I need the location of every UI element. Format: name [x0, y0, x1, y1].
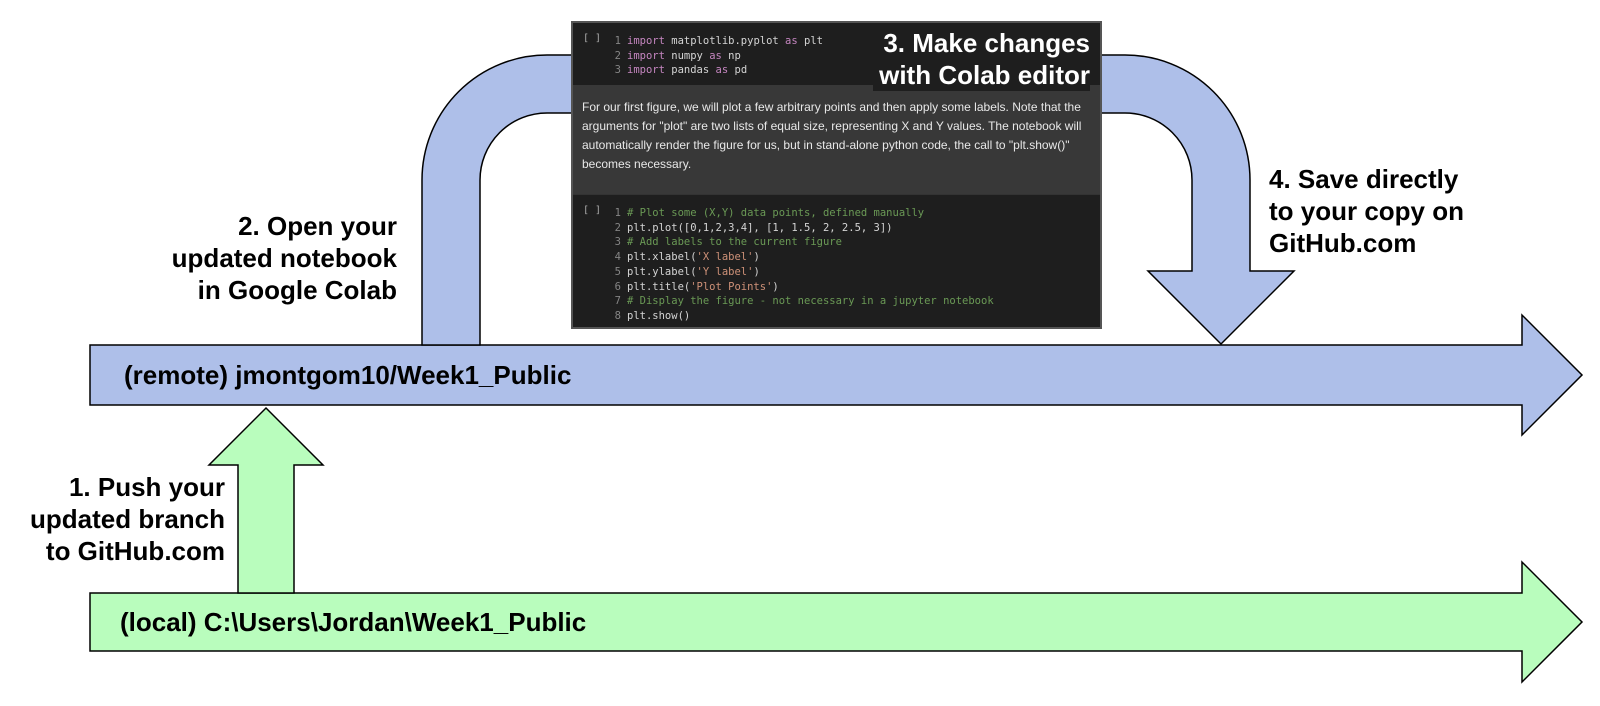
code-string: 'Plot Points'	[690, 280, 773, 293]
open-colab-arrow	[421, 54, 576, 346]
local-branch-label: (local) C:\Users\Jordan\Week1_Public	[120, 607, 587, 637]
code-line: 3 import pandas as pd	[607, 63, 823, 78]
code-line: 1 import matplotlib.pyplot as plt	[607, 34, 823, 49]
code-comment: # Plot some (X,Y) data points, defined m…	[627, 207, 925, 219]
code-comment: # Display the figure - not necessary in …	[627, 295, 994, 308]
push-arrow	[207, 406, 325, 594]
keyword: as	[715, 64, 729, 77]
keyword: import	[627, 64, 665, 77]
keyword: as	[709, 49, 722, 62]
code-text: plt	[797, 35, 823, 47]
line-number: 3	[614, 64, 621, 77]
code-text: plt.ylabel(	[627, 265, 697, 278]
code-block-plot: 1 # Plot some (X,Y) data points, defined …	[607, 206, 994, 324]
code-text: plt.plot([0,1,2,3,4], [1, 1.5, 2, 2.5, 3…	[627, 221, 893, 234]
code-cell-plot: [ ] 1 # Plot some (X,Y) data points, defi…	[573, 194, 1100, 327]
code-text: matplotlib.pyplot	[664, 35, 786, 47]
keyword: as	[785, 35, 798, 47]
code-comment: # Add labels to the current figure	[627, 236, 842, 249]
code-text: numpy	[664, 49, 710, 62]
code-text: plt.title(	[627, 280, 691, 293]
line-number: 1	[614, 35, 621, 47]
step-save-label: 4. Save directly to your copy on GitHub.…	[1269, 164, 1464, 258]
code-line: 1 # Plot some (X,Y) data points, defined …	[607, 206, 994, 221]
code-line: 8 plt.show()	[607, 309, 994, 324]
code-line: 5 plt.ylabel('Y label')	[607, 265, 994, 280]
code-text: )	[772, 280, 779, 293]
code-line: 6 plt.title('Plot Points')	[607, 280, 994, 295]
code-text: pandas	[664, 64, 716, 77]
colab-screenshot: [ ] 1 import matplotlib.pyplot as plt 2 imp…	[571, 21, 1102, 329]
code-text: plt.show()	[627, 309, 691, 322]
line-number: 7	[614, 295, 621, 308]
code-line: 3 # Add labels to the current figure	[607, 235, 994, 250]
code-string: 'X label'	[696, 251, 754, 264]
run-cell-button[interactable]: [ ]	[583, 33, 601, 44]
line-number: 5	[614, 265, 621, 278]
save-github-arrow	[1099, 54, 1296, 346]
step-edit-label: 3. Make changes with Colab editor	[873, 27, 1090, 91]
code-line: 2 import numpy as np	[607, 49, 823, 64]
code-line: 4 plt.xlabel('X label')	[607, 250, 994, 265]
code-line: 7 # Display the figure - not necessary in…	[607, 294, 994, 309]
keyword: import	[627, 35, 665, 47]
code-text: )	[753, 265, 760, 278]
line-number: 8	[614, 309, 621, 322]
code-string: 'Y label'	[696, 265, 754, 278]
code-text: plt.xlabel(	[627, 251, 697, 264]
line-number: 2	[614, 49, 621, 62]
keyword: import	[627, 49, 665, 62]
run-cell-button[interactable]: [ ]	[583, 205, 601, 216]
markdown-cell: For our first figure, we will plot a few…	[573, 85, 1100, 194]
code-text: np	[721, 49, 741, 62]
line-number: 3	[614, 236, 621, 249]
remote-branch-label: (remote) jmontgom10/Week1_Public	[124, 360, 572, 390]
code-line: 2 plt.plot([0,1,2,3,4], [1, 1.5, 2, 2.5, …	[607, 221, 994, 236]
line-number: 4	[614, 251, 621, 264]
line-number: 2	[614, 221, 621, 234]
step-open-label: 2. Open your updated notebook in Google …	[171, 211, 397, 305]
code-block-imports: 1 import matplotlib.pyplot as plt 2 import …	[607, 34, 823, 78]
line-number: 1	[614, 207, 621, 219]
line-number: 6	[614, 280, 621, 293]
step-push-label: 1. Push your updated branch to GitHub.co…	[29, 472, 225, 566]
code-text: pd	[728, 64, 748, 77]
code-text: )	[753, 251, 760, 264]
